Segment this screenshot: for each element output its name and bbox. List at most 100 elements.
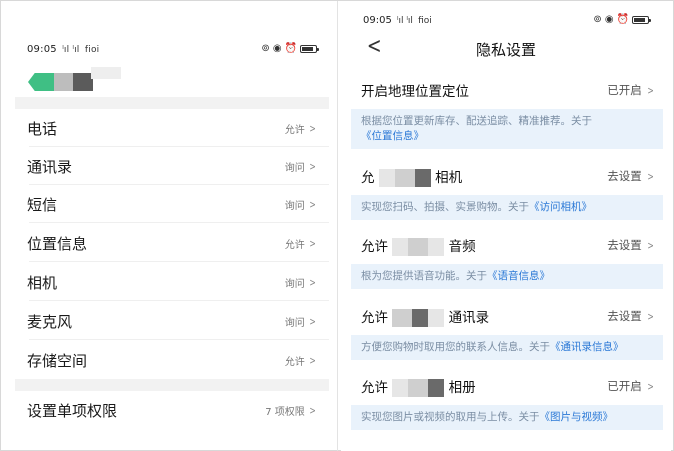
chevron-right-icon: > [647, 83, 654, 97]
setting-state: 去设置 [607, 309, 642, 323]
chevron-right-icon: > [309, 275, 316, 289]
setting-camera: 允 相机 去设置 > 实现您扫码、拍摄、实景购物。关于《访问相机》 [351, 157, 663, 220]
setting-row[interactable]: 允许 相册 已开启 > [351, 367, 663, 405]
description-text: 根据您位置更新库存、配送追踪、精准推荐。关于 [361, 115, 592, 127]
description-text: 方便您购物时取用您的联系人信息。关于 [361, 341, 550, 353]
status-icons: ⊚ ◉ ⏰ [261, 43, 319, 54]
status-time: 09:05 [363, 15, 392, 26]
redacted-text [392, 378, 445, 397]
setting-name: 开启地理位置定位 [361, 84, 469, 100]
permission-label: 短信 [27, 195, 58, 214]
network-indicator: fioi [418, 16, 432, 26]
policy-link[interactable]: 《位置信息》 [361, 130, 424, 142]
signal-icon: ˡıl ˡıl [62, 45, 80, 55]
description-text: 根为您提供语音功能。关于 [361, 270, 487, 282]
policy-link[interactable]: 《通讯录信息》 [550, 341, 624, 353]
setting-description: 实现您图片或视频的取用与上传。关于《图片与视频》 [351, 405, 663, 430]
location-status-icon: ◉ [272, 43, 282, 54]
setting-description: 实现您扫码、拍摄、实景购物。关于《访问相机》 [351, 195, 663, 220]
privacy-settings-screen: 09:05 ˡıl ˡıl fioi ⊚ ◉ ⏰ < 隐私设置 开启地理位置定位… [341, 1, 671, 451]
redacted-back-header[interactable] [28, 67, 121, 93]
permission-label: 麦克风 [27, 312, 73, 331]
screenshot-frame: 09:05 ˡıl ˡıl fioi ⊚ ◉ ⏰ 电话 允许 > 通讯录 询问 > … [0, 0, 674, 451]
permission-value: 询问 [284, 200, 305, 212]
permission-value: 允许 [284, 239, 305, 251]
setting-row[interactable]: 允 相机 去设置 > [351, 157, 663, 195]
signal-icon: ˡıl ˡıl [397, 16, 413, 26]
page-title: 隐私设置 [475, 41, 536, 59]
permission-row-contacts[interactable]: 通讯录 询问 > [15, 147, 329, 185]
status-bar: 09:05 ˡıl ˡıl fioi [363, 15, 432, 26]
permission-row-sms[interactable]: 短信 询问 > [15, 185, 329, 223]
section-divider [15, 379, 329, 391]
alarm-icon: ⏰ [616, 14, 629, 25]
setting-name-prefix: 允 [361, 169, 375, 186]
status-icons: ⊚ ◉ ⏰ [593, 14, 651, 25]
permission-label: 位置信息 [27, 234, 88, 253]
permission-value: 询问 [284, 317, 305, 329]
setting-name: 音频 [448, 238, 476, 255]
permission-value: 询问 [284, 278, 305, 290]
permission-row-microphone[interactable]: 麦克风 询问 > [15, 302, 329, 340]
setting-contacts: 允许 通讯录 去设置 > 方便您购物时取用您的联系人信息。关于《通讯录信息》 [351, 297, 663, 360]
battery-icon [300, 44, 319, 53]
chevron-right-icon: > [309, 314, 316, 328]
app-permissions-screen: 09:05 ˡıl ˡıl fioi ⊚ ◉ ⏰ 电话 允许 > 通讯录 询问 > … [13, 7, 331, 445]
vibrate-icon: ⊚ [261, 43, 270, 54]
permission-value: 询问 [284, 162, 305, 174]
vibrate-icon: ⊚ [593, 14, 602, 25]
network-indicator: fioi [84, 45, 100, 55]
alarm-icon: ⏰ [284, 43, 297, 54]
battery-icon [632, 15, 651, 24]
panel-divider [337, 1, 338, 451]
permission-row-camera[interactable]: 相机 询问 > [15, 263, 329, 301]
permission-value: 允许 [284, 124, 305, 136]
chevron-right-icon: > [309, 159, 316, 173]
setting-state: 去设置 [607, 238, 642, 252]
chevron-right-icon: > [309, 236, 316, 250]
chevron-right-icon: > [309, 403, 316, 417]
chevron-right-icon: > [309, 353, 316, 367]
policy-link[interactable]: 《图片与视频》 [540, 411, 614, 423]
chevron-right-icon: > [309, 121, 316, 135]
setting-row[interactable]: 开启地理位置定位 已开启 > [351, 71, 663, 109]
section-divider [15, 97, 329, 109]
setting-description: 方便您购物时取用您的联系人信息。关于《通讯录信息》 [351, 335, 663, 360]
permission-label: 存储空间 [27, 351, 88, 370]
setting-name: 相机 [435, 169, 463, 186]
permission-label: 通讯录 [27, 157, 73, 176]
policy-link[interactable]: 《语音信息》 [487, 270, 550, 282]
setting-row[interactable]: 允许 通讯录 去设置 > [351, 297, 663, 335]
setting-state: 已开启 [607, 83, 642, 97]
setting-audio: 允许 音频 去设置 > 根为您提供语音功能。关于《语音信息》 [351, 226, 663, 289]
setting-name-prefix: 允许 [361, 309, 388, 326]
setting-name: 通讯录 [448, 309, 490, 326]
description-text: 实现您图片或视频的取用与上传。关于 [361, 411, 540, 423]
permission-value: 允许 [284, 356, 305, 368]
single-permission-label: 设置单项权限 [27, 401, 118, 420]
setting-location: 开启地理位置定位 已开启 > 根据您位置更新库存、配送追踪、精准推荐。关于《位置信… [351, 71, 663, 149]
permission-row-phone[interactable]: 电话 允许 > [15, 109, 329, 147]
permission-row-storage[interactable]: 存储空间 允许 > [15, 341, 329, 379]
chevron-right-icon: > [647, 309, 654, 323]
permission-label: 电话 [27, 119, 58, 138]
setting-description: 根为您提供语音功能。关于《语音信息》 [351, 264, 663, 289]
policy-link[interactable]: 《访问相机》 [529, 201, 592, 213]
setting-description: 根据您位置更新库存、配送追踪、精准推荐。关于《位置信息》 [351, 109, 663, 149]
permission-label: 相机 [27, 273, 58, 292]
location-status-icon: ◉ [604, 14, 614, 25]
setting-row[interactable]: 允许 音频 去设置 > [351, 226, 663, 264]
permission-row-location[interactable]: 位置信息 允许 > [15, 224, 329, 262]
chevron-right-icon: > [647, 238, 654, 252]
redacted-text [378, 168, 431, 187]
nav-bar: < 隐私设置 [341, 33, 671, 65]
redacted-text [392, 237, 445, 256]
status-bar: 09:05 ˡıl ˡıl fioi [27, 44, 99, 55]
chevron-right-icon: > [309, 197, 316, 211]
setting-state: 已开启 [607, 379, 642, 393]
single-permission-row[interactable]: 设置单项权限 7 项权限 > [15, 391, 329, 429]
chevron-right-icon: > [647, 379, 654, 393]
single-permission-count: 7 项权限 [265, 406, 305, 418]
chevron-right-icon: > [647, 169, 654, 183]
setting-name: 相册 [448, 379, 476, 396]
